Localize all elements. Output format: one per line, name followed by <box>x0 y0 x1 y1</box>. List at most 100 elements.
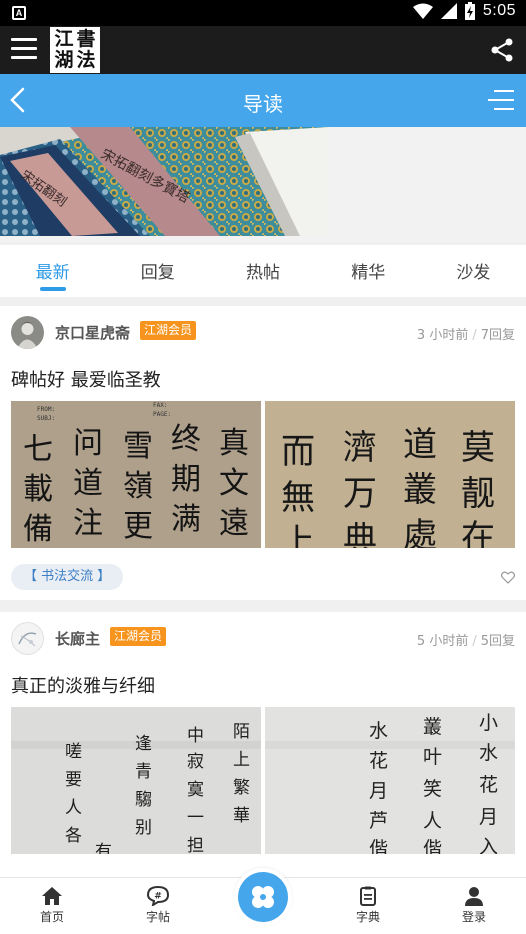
notification-icon: A <box>12 6 26 20</box>
banner-image[interactable]: 宋拓翻刻多寶塔 宋拓翻刻 <box>0 127 329 236</box>
nav-login[interactable]: 登录 <box>444 886 504 925</box>
calligraphy-char: 逢 <box>135 734 152 754</box>
calligraphy-char: 注 <box>73 506 103 541</box>
post-meta: 3 小时前/7回复 <box>416 328 515 343</box>
calligraphy-char: 月 <box>479 806 498 828</box>
reply-count: 7回复 <box>480 328 515 343</box>
app-logo: 江 書 湖 法 <box>50 27 100 73</box>
tab-replies[interactable]: 回复 <box>105 245 210 297</box>
calligraphy-char: 騶 <box>135 790 152 810</box>
post-image[interactable]: 小 叢 水 水 叶 花 花 笑 月 月 人 芦 入 偕 偕 <box>265 707 515 854</box>
calligraphy-char: 花 <box>369 750 388 772</box>
member-badge: 江湖会员 <box>110 627 167 646</box>
banner-area: 宋拓翻刻多寶塔 宋拓翻刻 <box>0 127 526 242</box>
tab-sofa[interactable]: 沙发 <box>421 245 526 297</box>
calligraphy-char: 水 <box>369 720 388 742</box>
calligraphy-char: 青 <box>135 762 152 782</box>
post-image[interactable]: 陌 中 逢 嗟 上 寂 青 要 繁 寞 騶 人 華 一 别 各 担 有 <box>11 707 261 854</box>
calligraphy-char: 真 <box>219 426 249 461</box>
post-time: 3 小时前 <box>416 328 469 343</box>
menu-icon[interactable] <box>11 38 37 60</box>
svg-text:#: # <box>154 892 162 902</box>
member-badge: 江湖会员 <box>140 321 197 340</box>
post-title[interactable]: 碑帖好 最爱临圣教 <box>11 366 161 392</box>
post-title[interactable]: 真正的淡雅与纤细 <box>11 672 155 698</box>
calligraphy-char: 担 <box>187 836 204 854</box>
calligraphy-char: 满 <box>171 502 201 537</box>
post-image[interactable]: FROM: SUBJ: FAX: PAGE: 真 终 雪 问 七 文 期 嶺 道… <box>11 401 261 548</box>
avatar[interactable] <box>11 316 44 349</box>
calligraphy-char: 道 <box>73 466 103 501</box>
calligraphy-char: 七 <box>23 432 53 467</box>
nav-label: 首页 <box>39 910 64 924</box>
nav-label: 字帖 <box>145 910 170 924</box>
calligraphy-char: 叢 <box>403 470 437 510</box>
calligraphy-char: 備 <box>23 512 53 547</box>
calligraphy-char: 各 <box>65 826 82 846</box>
calligraphy-char: 叶 <box>423 746 442 768</box>
app-bar: 江 書 湖 法 <box>0 26 526 74</box>
post-card[interactable]: 长廊主 江湖会员 5 小时前/5回复 真正的淡雅与纤细 陌 中 逢 嗟 上 寂 … <box>0 612 526 880</box>
page-title: 导读 <box>243 92 283 116</box>
calligraphy-char: 水 <box>479 742 498 764</box>
tab-hot[interactable]: 热帖 <box>210 245 315 297</box>
author-name[interactable]: 长廊主 <box>55 628 100 649</box>
post-images: 陌 中 逢 嗟 上 寂 青 要 繁 寞 騶 人 華 一 别 各 担 有 小 叢 … <box>11 707 515 854</box>
list-menu-icon[interactable] <box>488 88 514 112</box>
clock: 5:05 <box>482 2 516 19</box>
calligraphy-char: 陌 <box>233 722 250 742</box>
calligraphy-char: 人 <box>65 798 82 818</box>
battery-icon <box>464 2 475 20</box>
fax-label: SUBJ: <box>37 415 55 422</box>
user-icon <box>465 887 483 906</box>
calligraphy-char: 靓 <box>461 474 495 514</box>
home-icon <box>42 887 62 905</box>
calligraphy-char: 華 <box>233 806 250 826</box>
calligraphy-char: 莫 <box>461 428 495 468</box>
calligraphy-char: 叢 <box>423 716 442 738</box>
calligraphy-char: 處 <box>403 516 437 548</box>
calligraphy-char: 在 <box>461 518 495 548</box>
calligraphy-char: 期 <box>171 462 201 497</box>
fax-label: PAGE: <box>153 411 171 418</box>
share-icon[interactable] <box>490 38 514 62</box>
center-action-button[interactable] <box>238 872 288 922</box>
post-card[interactable]: 京口星虎斋 江湖会员 3 小时前/7回复 碑帖好 最爱临圣教 FROM: SUB… <box>0 306 526 600</box>
tab-featured[interactable]: 精华 <box>316 245 421 297</box>
calligraphy-char: 偕 <box>369 838 388 854</box>
category-tag[interactable]: 【 书法交流 】 <box>11 564 124 590</box>
calligraphy-char: 而 <box>281 432 315 472</box>
calligraphy-char: 月 <box>369 780 388 802</box>
calligraphy-char: 终 <box>171 422 201 457</box>
tab-latest[interactable]: 最新 <box>0 245 105 297</box>
calligraphy-char: 道 <box>403 425 437 465</box>
fax-label: FROM: <box>37 406 55 413</box>
nav-home[interactable]: 首页 <box>22 886 82 925</box>
calligraphy-char: 載 <box>23 472 53 507</box>
status-bar: A 5:05 <box>0 0 526 26</box>
calligraphy-char: 别 <box>135 818 152 838</box>
post-meta: 5 小时前/5回复 <box>416 634 515 649</box>
author-name[interactable]: 京口星虎斋 <box>55 322 130 343</box>
calligraphy-char: 人 <box>423 810 442 832</box>
calligraphy-char: 寞 <box>187 780 204 800</box>
calligraphy-char: 雪 <box>123 429 153 464</box>
calligraphy-char: 芦 <box>369 810 388 832</box>
calligraphy-char: 笑 <box>423 778 442 800</box>
calligraphy-char: 更 <box>123 509 153 544</box>
nav-dictionary[interactable]: 字典 <box>338 886 398 925</box>
avatar[interactable] <box>11 622 44 655</box>
dictionary-icon <box>360 886 376 906</box>
calligraphy-char: 中 <box>187 726 204 746</box>
calligraphy-char: 文 <box>219 466 249 501</box>
calligraphy-char: 小 <box>479 712 498 734</box>
calligraphy-char: 要 <box>65 770 82 790</box>
post-image[interactable]: 莫 道 濟 而 靓 叢 万 無 在 處 典 上 <box>265 401 515 548</box>
like-heart-icon[interactable] <box>501 571 515 584</box>
calligraphy-char: 寂 <box>187 752 204 772</box>
nav-copybook[interactable]: # 字帖 <box>128 886 188 925</box>
wifi-icon <box>412 3 433 19</box>
calligraphy-char: 上 <box>281 522 315 548</box>
calligraphy-char: 上 <box>233 750 250 770</box>
calligraphy-char: 遠 <box>219 506 249 541</box>
